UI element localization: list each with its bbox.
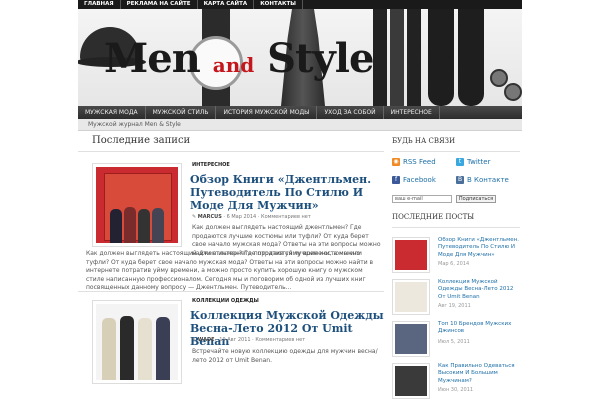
nav-fashion-history[interactable]: ИСТОРИЯ МУЖСКОЙ МОДЫ <box>216 106 318 119</box>
recent-post-title[interactable]: Коллекция Мужской Одежды Весна-Лето 2012… <box>438 279 522 301</box>
post-thumbnail[interactable] <box>92 300 182 384</box>
post-title[interactable]: Обзор Книги «Джентльмен. Путеводитель По… <box>190 173 384 212</box>
collection-image <box>96 304 178 380</box>
divider <box>392 227 520 228</box>
shoe-image <box>428 9 454 106</box>
twitter-label: Twitter <box>467 158 491 166</box>
recent-post-thumbnail[interactable] <box>392 363 430 399</box>
post-item: ИНТЕРЕСНОЕ Обзор Книги «Джентльмен. Путе… <box>86 161 384 291</box>
email-input[interactable]: ваш e-mail <box>392 195 452 203</box>
site-tagline: Мужской журнал Men & Style <box>88 121 181 128</box>
belt-image <box>407 9 421 106</box>
post-meta: ✎ WADE · 19 Авг 2011 · Комментариев нет <box>192 337 306 343</box>
post-thumbnail[interactable] <box>92 163 182 247</box>
rss-icon: ◉ <box>392 158 400 166</box>
book-cover-image <box>96 167 178 243</box>
logo-word-style: Style <box>267 35 374 82</box>
facebook-link[interactable]: f Facebook <box>392 176 436 184</box>
section-title: Последние записи <box>92 135 191 146</box>
top-menu-contacts[interactable]: КОНТАКТЫ <box>254 0 303 9</box>
recent-post[interactable]: Топ 10 Брендов Мужских Джинсов Июл 5, 20… <box>392 321 522 359</box>
nav-mens-fashion[interactable]: МУЖСКАЯ МОДА <box>78 106 146 119</box>
divider <box>78 151 384 152</box>
divider <box>78 291 384 292</box>
post-author[interactable]: WADE <box>198 337 215 343</box>
recent-post[interactable]: Обзор Книги «Джентльмен. Путеводитель По… <box>392 237 522 275</box>
figure-image <box>110 209 122 243</box>
tagline-bar: Мужской журнал Men & Style <box>78 119 522 131</box>
post-date: 19 Авг 2011 <box>219 337 251 343</box>
figure-image <box>124 207 136 243</box>
sidebar-connect-title: БУДЬ НА СВЯЗИ <box>392 137 456 145</box>
main-content: Последние записи ИНТЕРЕСНОЕ Обзор Книги … <box>78 131 384 400</box>
nav-interesting[interactable]: ИНТЕРЕСНОЕ <box>384 106 440 119</box>
recent-post-date: Июн 30, 2011 <box>438 387 474 393</box>
cufflink-image <box>504 83 522 101</box>
recent-post-title[interactable]: Как Правильно Одеваться Высоким И Больши… <box>438 363 522 385</box>
vk-icon: B <box>456 176 464 184</box>
belt-image <box>390 9 404 106</box>
figure-image <box>152 208 164 243</box>
recent-post-title[interactable]: Обзор Книги «Джентльмен. Путеводитель По… <box>438 237 522 259</box>
facebook-label: Facebook <box>403 176 436 184</box>
rss-link[interactable]: ◉ RSS Feed <box>392 158 436 166</box>
top-menu-advertising[interactable]: РЕКЛАМА НА САЙТЕ <box>121 0 198 9</box>
vk-label: В Контакте <box>467 176 509 184</box>
cufflink-image <box>490 69 508 87</box>
recent-post[interactable]: Коллекция Мужской Одежды Весна-Лето 2012… <box>392 279 522 317</box>
post-category[interactable]: КОЛЛЕКЦИИ ОДЕЖДЫ <box>192 298 259 304</box>
top-menu-sitemap[interactable]: КАРТА САЙТА <box>198 0 255 9</box>
recent-post-thumbnail[interactable] <box>392 321 430 357</box>
nav-grooming[interactable]: УХОД ЗА СОБОЙ <box>317 106 384 119</box>
twitter-icon: t <box>456 158 464 166</box>
model-figure-image <box>102 318 116 380</box>
recent-post-title[interactable]: Топ 10 Брендов Мужских Джинсов <box>438 321 522 336</box>
post-author[interactable]: MARCUS <box>198 214 222 220</box>
model-figure-image <box>156 317 170 380</box>
post-comments[interactable]: Комментариев нет <box>255 337 305 343</box>
facebook-icon: f <box>392 176 400 184</box>
site-header: Men and Style <box>78 9 522 106</box>
book-cover-image <box>395 240 427 270</box>
logo-word-and: and <box>212 53 255 77</box>
recent-post[interactable]: Как Правильно Одеваться Высоким И Больши… <box>392 363 522 401</box>
nav-mens-style[interactable]: МУЖСКОЙ СТИЛЬ <box>146 106 217 119</box>
belt-image <box>373 9 387 106</box>
post-category[interactable]: ИНТЕРЕСНОЕ <box>192 162 230 168</box>
post-excerpt: Встречайте новую коллекцию одежды для му… <box>192 348 378 364</box>
top-menu: ГЛАВНАЯ РЕКЛАМА НА САЙТЕ КАРТА САЙТА КОН… <box>78 0 522 9</box>
shoe-image <box>458 9 484 106</box>
rss-label: RSS Feed <box>403 158 436 166</box>
post-excerpt: Как должен выглядеть настоящий джентльме… <box>86 250 374 292</box>
tall-man-image <box>395 366 427 396</box>
recent-post-date: Июл 5, 2011 <box>438 339 470 345</box>
collection-image <box>395 282 427 312</box>
recent-post-thumbnail[interactable] <box>392 279 430 315</box>
post-item: КОЛЛЕКЦИИ ОДЕЖДЫ Коллекция Мужской Одежд… <box>92 297 384 397</box>
post-comments[interactable]: Комментариев нет <box>261 214 311 220</box>
model-figure-image <box>120 316 134 380</box>
subscribe-button[interactable]: Подписаться <box>456 195 496 203</box>
recent-post-date: Авг 19, 2011 <box>438 303 471 309</box>
vk-link[interactable]: B В Контакте <box>456 176 509 184</box>
recent-post-thumbnail[interactable] <box>392 237 430 273</box>
top-menu-home[interactable]: ГЛАВНАЯ <box>78 0 121 9</box>
model-figure-image <box>138 318 152 380</box>
post-meta: ✎ MARCUS · 6 Мар 2014 · Комментариев нет <box>192 214 311 220</box>
site-logo[interactable]: Men and Style <box>104 35 374 82</box>
sidebar: БУДЬ НА СВЯЗИ ◉ RSS Feed t Twitter f Fac… <box>384 131 522 400</box>
post-date: 6 Мар 2014 <box>226 214 257 220</box>
twitter-link[interactable]: t Twitter <box>456 158 490 166</box>
jeans-image <box>395 324 427 354</box>
recent-post-date: Мар 6, 2014 <box>438 261 470 267</box>
divider <box>392 151 520 152</box>
main-nav: МУЖСКАЯ МОДА МУЖСКОЙ СТИЛЬ ИСТОРИЯ МУЖСК… <box>78 106 522 119</box>
figure-image <box>138 209 150 243</box>
logo-word-men: Men <box>104 35 201 82</box>
sidebar-recent-title: ПОСЛЕДНИЕ ПОСТЫ <box>392 213 475 221</box>
